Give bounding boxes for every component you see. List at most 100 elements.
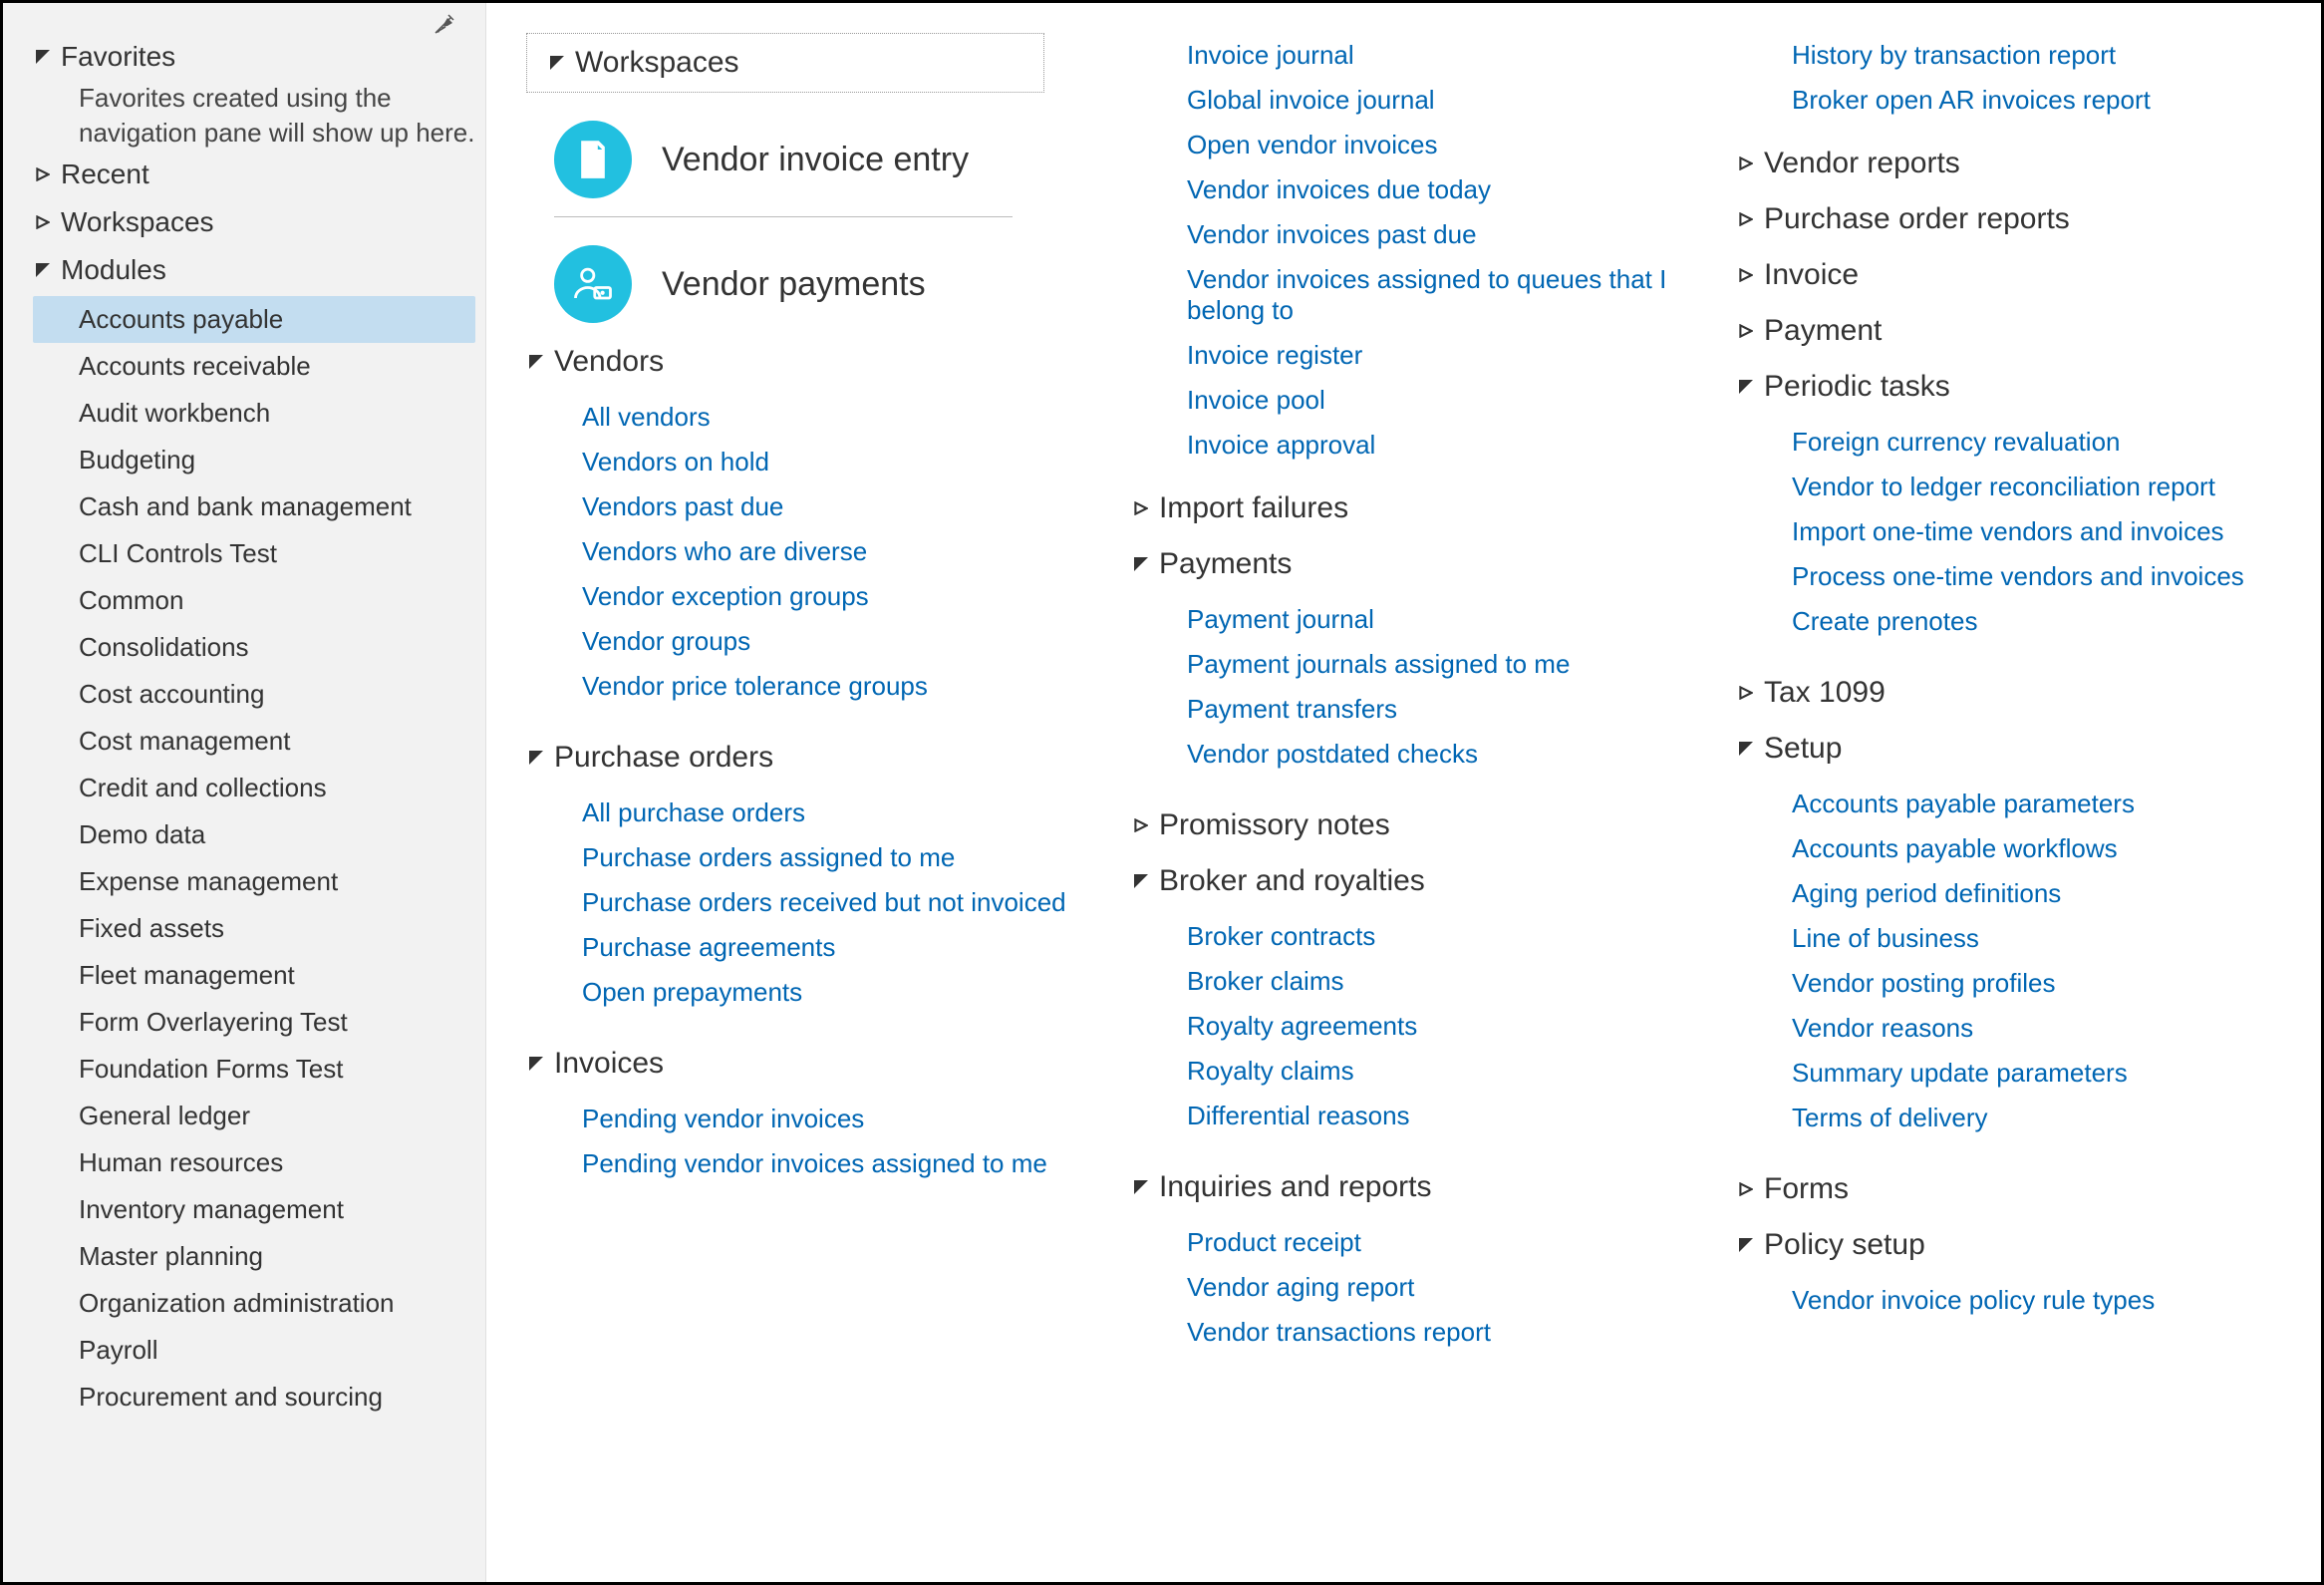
- section-import-failures[interactable]: Import failures: [1131, 479, 1676, 535]
- section-inquiries-and-reports[interactable]: Inquiries and reports: [1131, 1158, 1676, 1214]
- link-invoice-approval[interactable]: Invoice approval: [1131, 423, 1676, 468]
- link-payment-transfers[interactable]: Payment transfers: [1187, 687, 1676, 732]
- section-policy-setup[interactable]: Policy setup: [1736, 1216, 2281, 1272]
- link-royalty-agreements[interactable]: Royalty agreements: [1187, 1004, 1676, 1049]
- link-terms-of-delivery[interactable]: Terms of delivery: [1792, 1096, 2281, 1140]
- link-vendor-posting-profiles[interactable]: Vendor posting profiles: [1792, 961, 2281, 1006]
- link-vendor-groups[interactable]: Vendor groups: [582, 619, 1071, 664]
- link-all-purchase-orders[interactable]: All purchase orders: [582, 791, 1071, 835]
- link-vendor-exception-groups[interactable]: Vendor exception groups: [582, 574, 1071, 619]
- nav-favorites[interactable]: Favorites: [33, 33, 475, 81]
- section-purchase-orders[interactable]: Purchase orders: [526, 729, 1071, 785]
- module-item-demo-data[interactable]: Demo data: [33, 811, 475, 858]
- link-royalty-claims[interactable]: Royalty claims: [1187, 1049, 1676, 1094]
- link-vendor-invoice-policy-rule-types[interactable]: Vendor invoice policy rule types: [1792, 1278, 2281, 1323]
- link-purchase-orders-assigned-to-me[interactable]: Purchase orders assigned to me: [582, 835, 1071, 880]
- link-summary-update-parameters[interactable]: Summary update parameters: [1792, 1051, 2281, 1096]
- link-pending-vendor-invoices-assigned-to-me[interactable]: Pending vendor invoices assigned to me: [582, 1141, 1071, 1186]
- nav-modules[interactable]: Modules: [33, 246, 475, 294]
- section-promissory-notes[interactable]: Promissory notes: [1131, 796, 1676, 852]
- module-item-cost-accounting[interactable]: Cost accounting: [33, 671, 475, 718]
- module-item-organization-administration[interactable]: Organization administration: [33, 1280, 475, 1327]
- workspaces-header[interactable]: Workspaces: [526, 33, 1044, 93]
- section-vendors[interactable]: Vendors: [526, 333, 1071, 389]
- sidebar-scroll[interactable]: Favorites Favorites created using the na…: [3, 3, 485, 1582]
- link-vendor-invoices-due-today[interactable]: Vendor invoices due today: [1131, 167, 1676, 212]
- module-item-inventory-management[interactable]: Inventory management: [33, 1186, 475, 1233]
- section-invoices[interactable]: Invoices: [526, 1035, 1071, 1091]
- module-item-budgeting[interactable]: Budgeting: [33, 437, 475, 483]
- module-item-accounts-payable[interactable]: Accounts payable: [33, 296, 475, 343]
- module-item-consolidations[interactable]: Consolidations: [33, 624, 475, 671]
- link-vendor-aging-report[interactable]: Vendor aging report: [1187, 1265, 1676, 1310]
- section-setup[interactable]: Setup: [1736, 720, 2281, 776]
- module-item-cost-management[interactable]: Cost management: [33, 718, 475, 765]
- section-periodic-tasks[interactable]: Periodic tasks: [1736, 358, 2281, 414]
- link-line-of-business[interactable]: Line of business: [1792, 916, 2281, 961]
- link-vendor-invoices-past-due[interactable]: Vendor invoices past due: [1131, 212, 1676, 257]
- module-item-fleet-management[interactable]: Fleet management: [33, 952, 475, 999]
- section-payment[interactable]: Payment: [1736, 302, 2281, 358]
- module-item-common[interactable]: Common: [33, 577, 475, 624]
- module-item-human-resources[interactable]: Human resources: [33, 1139, 475, 1186]
- link-all-vendors[interactable]: All vendors: [582, 395, 1071, 440]
- module-item-master-planning[interactable]: Master planning: [33, 1233, 475, 1280]
- link-global-invoice-journal[interactable]: Global invoice journal: [1131, 78, 1676, 123]
- section-invoice[interactable]: Invoice: [1736, 246, 2281, 302]
- nav-workspaces[interactable]: Workspaces: [33, 198, 475, 246]
- link-vendor-reasons[interactable]: Vendor reasons: [1792, 1006, 2281, 1051]
- module-item-form-overlayering-test[interactable]: Form Overlayering Test: [33, 999, 475, 1046]
- link-vendors-who-are-diverse[interactable]: Vendors who are diverse: [582, 529, 1071, 574]
- nav-recent[interactable]: Recent: [33, 151, 475, 198]
- main-content[interactable]: Workspaces Vendor invoice entry Vendor pa…: [486, 3, 2321, 1582]
- link-history-by-transaction-report[interactable]: History by transaction report: [1736, 33, 2281, 78]
- section-broker-and-royalties[interactable]: Broker and royalties: [1131, 852, 1676, 908]
- workspace-tile-vendor-payments[interactable]: Vendor payments: [554, 245, 1071, 323]
- module-item-credit-and-collections[interactable]: Credit and collections: [33, 765, 475, 811]
- module-item-cash-and-bank-management[interactable]: Cash and bank management: [33, 483, 475, 530]
- link-vendor-to-ledger-reconciliation-report[interactable]: Vendor to ledger reconciliation report: [1792, 465, 2281, 509]
- link-payment-journals-assigned-to-me[interactable]: Payment journals assigned to me: [1187, 642, 1676, 687]
- section-payments[interactable]: Payments: [1131, 535, 1676, 591]
- link-broker-contracts[interactable]: Broker contracts: [1187, 914, 1676, 959]
- link-product-receipt[interactable]: Product receipt: [1187, 1220, 1676, 1265]
- link-broker-open-ar-invoices-report[interactable]: Broker open AR invoices report: [1736, 78, 2281, 123]
- link-open-vendor-invoices[interactable]: Open vendor invoices: [1131, 123, 1676, 167]
- link-broker-claims[interactable]: Broker claims: [1187, 959, 1676, 1004]
- link-vendor-price-tolerance-groups[interactable]: Vendor price tolerance groups: [582, 664, 1071, 709]
- workspace-tile-vendor-invoice-entry[interactable]: Vendor invoice entry: [554, 121, 1071, 198]
- link-purchase-orders-received-but-not-invoiced[interactable]: Purchase orders received but not invoice…: [582, 880, 1071, 925]
- section-vendor-reports[interactable]: Vendor reports: [1736, 135, 2281, 190]
- link-differential-reasons[interactable]: Differential reasons: [1187, 1094, 1676, 1138]
- link-vendors-past-due[interactable]: Vendors past due: [582, 484, 1071, 529]
- module-item-expense-management[interactable]: Expense management: [33, 858, 475, 905]
- link-accounts-payable-parameters[interactable]: Accounts payable parameters: [1792, 782, 2281, 826]
- pin-icon[interactable]: [432, 13, 455, 37]
- module-item-general-ledger[interactable]: General ledger: [33, 1093, 475, 1139]
- module-item-procurement-and-sourcing[interactable]: Procurement and sourcing: [33, 1374, 475, 1421]
- link-vendor-transactions-report[interactable]: Vendor transactions report: [1187, 1310, 1676, 1355]
- link-create-prenotes[interactable]: Create prenotes: [1792, 599, 2281, 644]
- link-process-one-time-vendors-and-invoices[interactable]: Process one-time vendors and invoices: [1792, 554, 2281, 599]
- link-invoice-journal[interactable]: Invoice journal: [1131, 33, 1676, 78]
- link-purchase-agreements[interactable]: Purchase agreements: [582, 925, 1071, 970]
- link-vendors-on-hold[interactable]: Vendors on hold: [582, 440, 1071, 484]
- module-item-accounts-receivable[interactable]: Accounts receivable: [33, 343, 475, 390]
- section-forms[interactable]: Forms: [1736, 1160, 2281, 1216]
- link-pending-vendor-invoices[interactable]: Pending vendor invoices: [582, 1097, 1071, 1141]
- link-payment-journal[interactable]: Payment journal: [1187, 597, 1676, 642]
- module-item-audit-workbench[interactable]: Audit workbench: [33, 390, 475, 437]
- module-item-cli-controls-test[interactable]: CLI Controls Test: [33, 530, 475, 577]
- link-aging-period-definitions[interactable]: Aging period definitions: [1792, 871, 2281, 916]
- link-import-one-time-vendors-and-invoices[interactable]: Import one-time vendors and invoices: [1792, 509, 2281, 554]
- link-open-prepayments[interactable]: Open prepayments: [582, 970, 1071, 1015]
- module-item-fixed-assets[interactable]: Fixed assets: [33, 905, 475, 952]
- link-invoice-register[interactable]: Invoice register: [1131, 333, 1676, 378]
- link-vendor-invoices-assigned-to-queues-that-i-belong-to[interactable]: Vendor invoices assigned to queues that …: [1131, 257, 1676, 333]
- link-accounts-payable-workflows[interactable]: Accounts payable workflows: [1792, 826, 2281, 871]
- link-vendor-postdated-checks[interactable]: Vendor postdated checks: [1187, 732, 1676, 777]
- link-foreign-currency-revaluation[interactable]: Foreign currency revaluation: [1792, 420, 2281, 465]
- section-tax-1099[interactable]: Tax 1099: [1736, 664, 2281, 720]
- section-purchase-order-reports[interactable]: Purchase order reports: [1736, 190, 2281, 246]
- module-item-foundation-forms-test[interactable]: Foundation Forms Test: [33, 1046, 475, 1093]
